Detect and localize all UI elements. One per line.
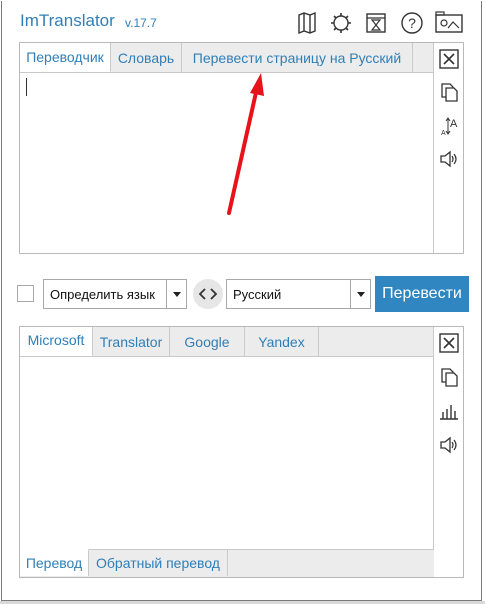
screen-icon[interactable] — [434, 11, 464, 35]
svg-text:A: A — [450, 118, 458, 130]
source-tabbar: Переводчик Словарь Перевести страницу на… — [20, 43, 433, 73]
font-size-icon[interactable]: A A — [438, 115, 460, 137]
chart-icon[interactable] — [438, 400, 460, 422]
speaker-icon[interactable] — [438, 434, 460, 456]
source-side-toolbar: A A — [433, 43, 463, 253]
close-icon[interactable] — [438, 48, 460, 70]
copy-icon[interactable] — [438, 366, 460, 388]
auto-translate-checkbox[interactable] — [17, 285, 34, 302]
tab-translation[interactable]: Перевод — [20, 549, 89, 576]
close-icon[interactable] — [438, 332, 460, 354]
chevron-down-icon[interactable] — [350, 280, 370, 308]
result-side-toolbar — [433, 327, 463, 550]
tab-back-translation[interactable]: Обратный перевод — [89, 550, 228, 576]
source-language-select[interactable]: Определить язык — [43, 279, 187, 309]
result-panel: Microsoft Translator Google Yandex — [19, 326, 464, 578]
target-language-value: Русский — [233, 287, 282, 302]
text-caret — [26, 78, 27, 96]
tab-dictionary[interactable]: Словарь — [111, 43, 182, 72]
map-icon[interactable] — [295, 11, 319, 35]
source-panel: Переводчик Словарь Перевести страницу на… — [19, 42, 464, 254]
source-text-area[interactable] — [20, 73, 433, 253]
app-version: v.17.7 — [125, 16, 157, 30]
speaker-icon[interactable] — [438, 148, 460, 170]
source-language-value: Определить язык — [50, 287, 155, 302]
swap-languages-icon[interactable] — [193, 279, 223, 309]
tab-translator-engine[interactable]: Translator — [93, 327, 170, 356]
result-bottom-tabbar: Перевод Обратный перевод — [20, 549, 434, 577]
copy-icon[interactable] — [438, 81, 460, 103]
app-title: ImTranslator — [20, 11, 115, 30]
result-text-area[interactable] — [20, 357, 433, 549]
result-tabbar: Microsoft Translator Google Yandex — [20, 327, 433, 357]
target-language-select[interactable]: Русский — [226, 279, 371, 309]
settings-icon[interactable] — [329, 11, 353, 35]
translate-button[interactable]: Перевести — [375, 276, 469, 312]
history-icon[interactable] — [364, 11, 388, 35]
tab-google[interactable]: Google — [170, 327, 245, 356]
svg-text:?: ? — [408, 15, 416, 31]
tab-translate-page[interactable]: Перевести страницу на Русский — [182, 43, 413, 72]
tab-translator[interactable]: Переводчик — [20, 43, 111, 72]
tab-yandex[interactable]: Yandex — [245, 327, 319, 356]
svg-text:A: A — [441, 130, 446, 137]
help-icon[interactable]: ? — [400, 11, 424, 35]
tab-microsoft[interactable]: Microsoft — [20, 327, 93, 356]
chevron-down-icon[interactable] — [166, 280, 186, 308]
